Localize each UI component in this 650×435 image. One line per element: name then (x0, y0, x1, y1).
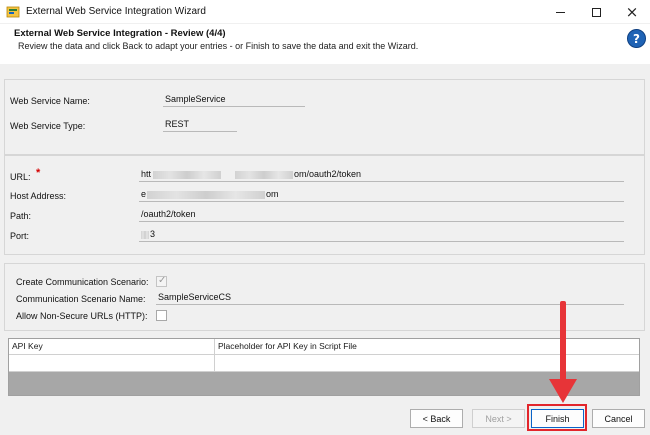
maximize-button[interactable] (578, 0, 614, 24)
placeholder-cell[interactable] (215, 355, 639, 371)
scenario-name-value: SampleServiceCS (156, 292, 624, 305)
maximize-icon (591, 7, 601, 17)
path-value: /oauth2/token (139, 209, 624, 222)
url-label: URL: (10, 172, 31, 182)
port-label: Port: (10, 231, 30, 241)
back-button[interactable]: < Back (410, 409, 463, 428)
required-marker: * (36, 167, 41, 179)
wizard-instructions: Review the data and click Back to adapt … (18, 41, 419, 51)
port-value: 3 (139, 229, 624, 242)
checkmark-icon: ✓ (158, 275, 167, 286)
host-address-value: e om (139, 189, 624, 202)
minimize-icon (555, 11, 565, 13)
close-icon: × (625, 3, 639, 21)
table-header: API Key Placeholder for API Key in Scrip… (9, 339, 639, 355)
api-key-cell[interactable] (9, 355, 215, 371)
url-value: htt om/oauth2/token (139, 169, 624, 182)
wizard-step-title: External Web Service Integration - Revie… (14, 28, 226, 39)
help-icon[interactable]: ? (627, 29, 646, 48)
window-title: External Web Service Integration Wizard (26, 6, 206, 17)
service-name-value: SampleService (163, 94, 305, 107)
create-scenario-checkbox[interactable]: ✓ (156, 275, 167, 287)
title-bar: External Web Service Integration Wizard … (0, 0, 650, 24)
minimize-button[interactable] (542, 0, 578, 24)
api-key-table: API Key Placeholder for API Key in Scrip… (8, 338, 640, 396)
wizard-content: Web Service Name: SampleService Web Serv… (0, 64, 650, 402)
next-button[interactable]: Next > (472, 409, 525, 428)
service-type-label: Web Service Type: (10, 121, 86, 131)
close-button[interactable]: × (614, 0, 650, 24)
scenario-name-label: Communication Scenario Name: (16, 294, 146, 304)
host-address-label: Host Address: (10, 191, 67, 201)
communication-panel: Create Communication Scenario: ✓ Communi… (4, 263, 645, 331)
down-arrow-icon (549, 301, 577, 405)
nonsecure-urls-checkbox[interactable] (156, 310, 167, 321)
service-panel: Web Service Name: SampleService Web Serv… (4, 79, 645, 155)
column-header-api-key[interactable]: API Key (9, 339, 215, 354)
app-icon (6, 6, 20, 18)
service-type-value: REST (163, 119, 237, 132)
cancel-button[interactable]: Cancel (592, 409, 645, 428)
wizard-header: External Web Service Integration - Revie… (0, 24, 650, 64)
nonsecure-urls-label: Allow Non-Secure URLs (HTTP): (16, 311, 148, 321)
column-header-placeholder[interactable]: Placeholder for API Key in Script File (215, 339, 639, 354)
table-row[interactable] (9, 355, 639, 372)
connection-panel: URL: * htt om/oauth2/token Host Address: … (4, 155, 645, 255)
create-scenario-label: Create Communication Scenario: (16, 277, 149, 287)
path-label: Path: (10, 211, 32, 221)
service-name-label: Web Service Name: (10, 96, 90, 106)
finish-highlight-box (527, 404, 587, 431)
